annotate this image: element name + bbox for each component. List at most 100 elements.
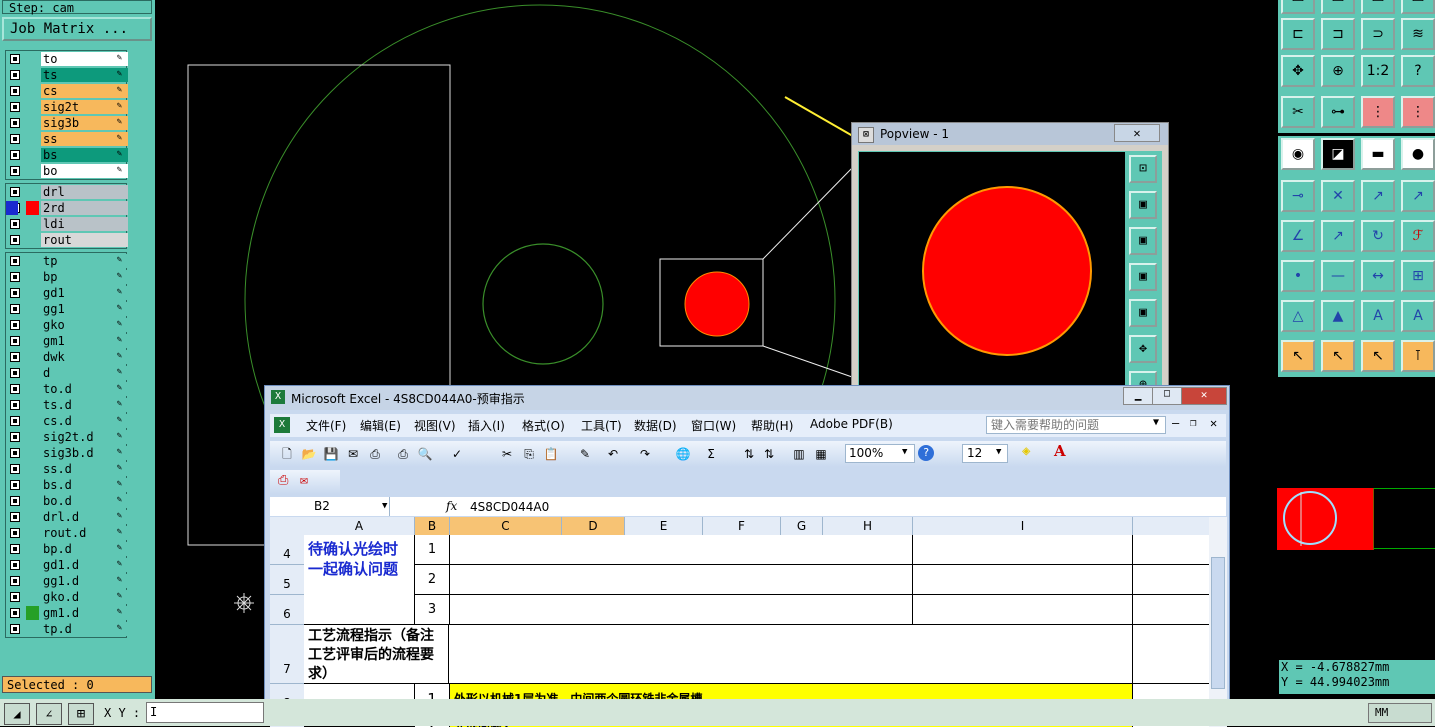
layer-checkbox[interactable] xyxy=(10,480,20,490)
popview-tool-6-icon[interactable]: ✥ xyxy=(1129,335,1157,363)
layer-name[interactable]: drl xyxy=(41,185,128,199)
layer-edit-icon[interactable]: ✎ xyxy=(117,271,122,281)
doc-restore-button[interactable]: ❐ xyxy=(1190,416,1197,429)
name-box-dropdown-icon[interactable]: ▼ xyxy=(382,501,387,511)
layer-checkbox[interactable] xyxy=(10,187,20,197)
layer-edit-icon[interactable]: ✎ xyxy=(117,117,122,127)
tool-shape-4-icon[interactable]: A xyxy=(1401,300,1435,332)
column-header[interactable]: C xyxy=(450,517,562,535)
layer-edit-icon[interactable]: ✎ xyxy=(117,101,122,111)
tool-snap-4-icon[interactable]: ⊞ xyxy=(1401,260,1435,292)
formula-input[interactable]: 4S8CD044A0 xyxy=(470,500,549,514)
tool-snap-2-icon[interactable]: — xyxy=(1321,260,1355,292)
layer-checkbox[interactable] xyxy=(10,576,20,586)
layer-name[interactable]: tp.d xyxy=(41,622,128,636)
layer-checkbox[interactable] xyxy=(10,608,20,618)
menu-item[interactable]: 文件(F) xyxy=(306,417,346,434)
menu-item[interactable]: 数据(D) xyxy=(634,417,677,434)
layer-row[interactable]: to ✎ xyxy=(6,51,128,67)
layer-name[interactable]: drl.d xyxy=(41,510,128,524)
cell-c7-merged[interactable] xyxy=(449,625,1133,684)
layer-row[interactable]: drl.d ✎ xyxy=(6,509,128,525)
tool-feature-1-icon[interactable]: ◉ xyxy=(1281,138,1315,170)
help-icon[interactable]: ? xyxy=(918,445,934,461)
tool-cut-4-icon[interactable]: ⋮ xyxy=(1401,96,1435,128)
workbook-icon[interactable]: X xyxy=(274,417,290,433)
layer-edit-icon[interactable]: ✎ xyxy=(117,367,122,377)
tool-snap-3-icon[interactable]: ↔ xyxy=(1361,260,1395,292)
row-header[interactable]: 5 xyxy=(270,565,304,595)
row-header[interactable]: 6 xyxy=(270,595,304,625)
popview-tool-1-icon[interactable]: ⊡ xyxy=(1129,155,1157,183)
layer-checkbox[interactable] xyxy=(10,368,20,378)
layer-name[interactable]: to.d xyxy=(41,382,128,396)
tool-feature-3-icon[interactable]: ▬ xyxy=(1361,138,1395,170)
layer-row[interactable]: rout xyxy=(6,232,128,248)
tool-cut-3-icon[interactable]: ⋮ xyxy=(1361,96,1395,128)
layer-name[interactable]: gko xyxy=(41,318,128,332)
tool-shape-1-icon[interactable]: △ xyxy=(1281,300,1315,332)
layer-checkbox[interactable] xyxy=(10,102,20,112)
layer-row[interactable]: bs.d ✎ xyxy=(6,477,128,493)
layer-row[interactable]: rout.d ✎ xyxy=(6,525,128,541)
layer-row[interactable]: d ✎ xyxy=(6,365,128,381)
layer-name[interactable]: bo.d xyxy=(41,494,128,508)
layer-checkbox[interactable] xyxy=(10,560,20,570)
layer-edit-icon[interactable]: ✎ xyxy=(117,511,122,521)
cell-j7[interactable] xyxy=(1133,625,1212,684)
tool-top-1-icon[interactable]: ▭ xyxy=(1281,0,1315,14)
layer-name[interactable]: tp xyxy=(41,254,128,268)
layer-name[interactable]: d xyxy=(41,366,128,380)
layer-checkbox[interactable] xyxy=(10,272,20,282)
units-select[interactable]: MM xyxy=(1368,703,1432,723)
cell-c-merged[interactable] xyxy=(450,595,913,625)
layer-name[interactable]: sig2t xyxy=(41,100,128,114)
minimize-button[interactable]: ▁ xyxy=(1123,387,1153,405)
format-painter-icon[interactable]: ✎ xyxy=(576,445,594,463)
layer-checkbox[interactable] xyxy=(10,54,20,64)
layer-name[interactable]: ldi xyxy=(41,217,128,231)
layer-checkbox[interactable] xyxy=(10,256,20,266)
cell-i[interactable] xyxy=(913,565,1133,595)
layer-edit-icon[interactable]: ✎ xyxy=(117,399,122,409)
layer-name[interactable]: gm1 xyxy=(41,334,128,348)
doc-minimize-button[interactable]: – xyxy=(1172,416,1179,430)
layer-name[interactable]: ss.d xyxy=(41,462,128,476)
layer-edit-icon[interactable]: ✎ xyxy=(117,133,122,143)
job-matrix-button[interactable]: Job Matrix ... xyxy=(2,17,152,41)
layer-name[interactable]: bo xyxy=(41,164,128,178)
cell-c-merged[interactable] xyxy=(450,565,913,595)
layer-edit-icon[interactable]: ✎ xyxy=(117,607,122,617)
spreadsheet-grid[interactable]: ABCDEFGHI 456789 待确认光绘时一起确认问题123工艺流程指示（备… xyxy=(270,517,1212,727)
layer-name[interactable]: rout.d xyxy=(41,526,128,540)
layer-checkbox[interactable] xyxy=(10,70,20,80)
fill-color-icon[interactable]: ◈ xyxy=(1022,443,1030,459)
layer-row[interactable]: gko.d ✎ xyxy=(6,589,128,605)
layer-checkbox[interactable] xyxy=(10,118,20,128)
tool-connect-1-icon[interactable]: ⊸ xyxy=(1281,180,1315,212)
layer-name[interactable]: bp xyxy=(41,270,128,284)
layer-row[interactable]: sig3b ✎ xyxy=(6,115,128,131)
tool-shape-3-icon[interactable]: A xyxy=(1361,300,1395,332)
layer-row[interactable]: gd1.d ✎ xyxy=(6,557,128,573)
layer-row[interactable]: ldi xyxy=(6,216,128,232)
undo-icon[interactable]: ↶ xyxy=(604,445,622,463)
tool-mirror-4-icon[interactable]: ≋ xyxy=(1401,18,1435,50)
layer-name[interactable]: bp.d xyxy=(41,542,128,556)
tool-top-4-icon[interactable]: ▭ xyxy=(1401,0,1435,14)
tool-select-3-icon[interactable]: ↖ xyxy=(1361,340,1395,372)
layer-edit-icon[interactable]: ✎ xyxy=(117,149,122,159)
layer-edit-icon[interactable]: ✎ xyxy=(117,495,122,505)
layer-row[interactable]: ts ✎ xyxy=(6,67,128,83)
autosum-icon[interactable]: Σ xyxy=(702,445,720,463)
cell-c-merged[interactable] xyxy=(450,535,913,565)
tool-select-4-icon[interactable]: ⊺ xyxy=(1401,340,1435,372)
tool-edit-1-icon[interactable]: ∠ xyxy=(1281,220,1315,252)
column-header-overflow[interactable] xyxy=(1133,517,1212,535)
column-header[interactable]: H xyxy=(823,517,913,535)
sort-asc-icon[interactable]: ⇅ xyxy=(740,445,758,463)
layer-checkbox[interactable] xyxy=(10,288,20,298)
tool-fit-4-icon[interactable]: ? xyxy=(1401,55,1435,87)
layer-row[interactable]: ts.d ✎ xyxy=(6,397,128,413)
cell-i[interactable] xyxy=(913,535,1133,565)
